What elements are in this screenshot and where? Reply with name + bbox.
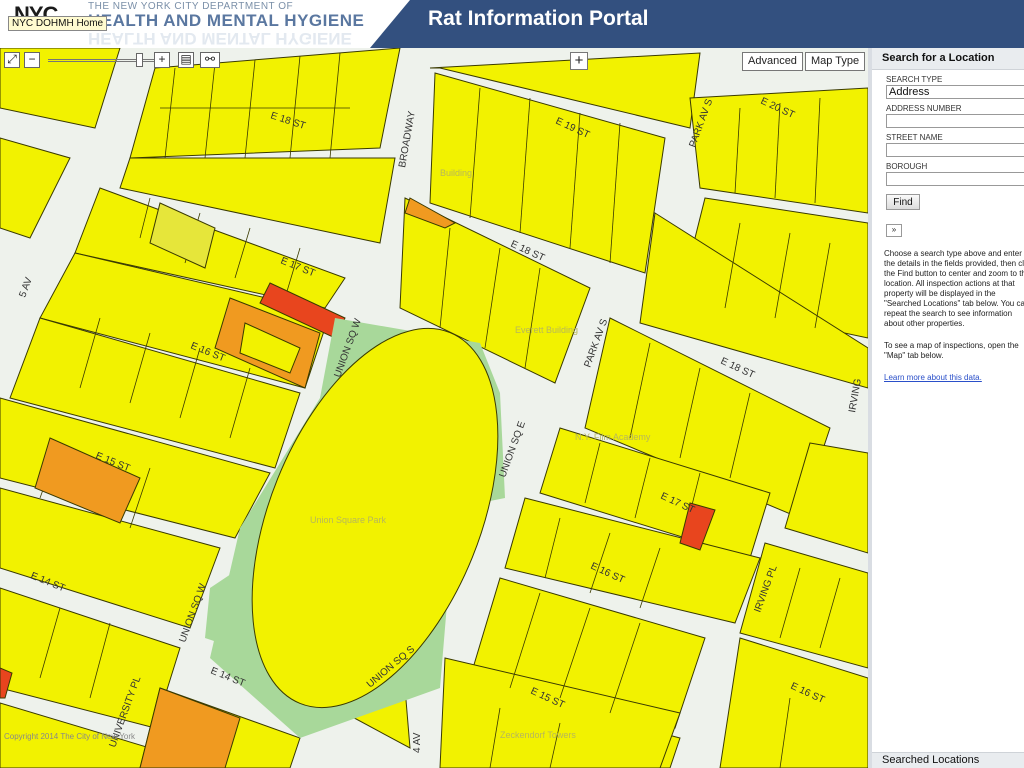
search-type-label: SEARCH TYPE (886, 75, 943, 84)
building-label: Union Square Park (310, 515, 387, 525)
expand-icon[interactable]: » (886, 224, 902, 237)
map-canvas[interactable]: E 18 ST E 19 ST BROADWAY E 20 ST PARK AV SE … (0, 48, 868, 768)
building-label: N.Y. Film Academy (575, 432, 651, 442)
app-header: NYC THE NEW YORK CITY DEPARTMENT OF HEAL… (0, 0, 1024, 48)
measure-icon[interactable]: ⚯ (200, 52, 220, 68)
street-label: 4 AV (412, 732, 423, 753)
advanced-button[interactable]: Advanced (742, 52, 803, 71)
search-type-select[interactable]: Address (886, 85, 1024, 99)
map-layer[interactable]: E 18 ST E 19 STBROADWAYE 20 STPARK AV SE … (0, 48, 868, 768)
learn-more-link[interactable]: Learn more about this data. (884, 373, 982, 382)
search-panel-title[interactable]: Search for a Location (872, 48, 1024, 70)
crosshair-icon[interactable]: + (570, 52, 588, 70)
building-label: Zeckendorf Towers (500, 730, 576, 740)
home-tooltip: NYC DOHMH Home (8, 16, 108, 31)
tab-searched-locations[interactable]: Searched Locations (872, 752, 1024, 768)
zoom-out-button[interactable]: − (24, 52, 40, 68)
building-label: Everett Building (515, 325, 578, 335)
address-number-label: ADDRESS NUMBER (886, 104, 962, 113)
building-label: Building (440, 168, 472, 178)
find-button[interactable]: Find (886, 194, 920, 210)
borough-select[interactable] (886, 172, 1024, 186)
street-name-input[interactable] (886, 143, 1024, 157)
help-text-1: Choose a search type above and enter the… (884, 249, 1024, 328)
address-number-input[interactable] (886, 114, 1024, 128)
zoom-in-button[interactable]: + (154, 52, 170, 68)
search-sidebar: Search for a Location SEARCH TYPE Addres… (868, 48, 1024, 768)
zoom-slider-handle[interactable] (136, 53, 143, 67)
full-extent-icon[interactable]: ⤢ (4, 52, 20, 68)
map-copyright: Copyright 2014 The City of New York (4, 732, 136, 741)
zoom-slider-track[interactable] (48, 59, 168, 62)
borough-label: BOROUGH (886, 162, 928, 171)
map-type-button[interactable]: Map Type (805, 52, 866, 71)
print-icon[interactable]: ▤ (178, 52, 194, 68)
help-text-2: To see a map of inspections, open the "M… (884, 341, 1019, 360)
department-reflection: HEALTH AND MENTAL HYGIENE (88, 29, 352, 48)
page-title: Rat Information Portal (428, 7, 649, 30)
street-name-label: STREET NAME (886, 133, 943, 142)
